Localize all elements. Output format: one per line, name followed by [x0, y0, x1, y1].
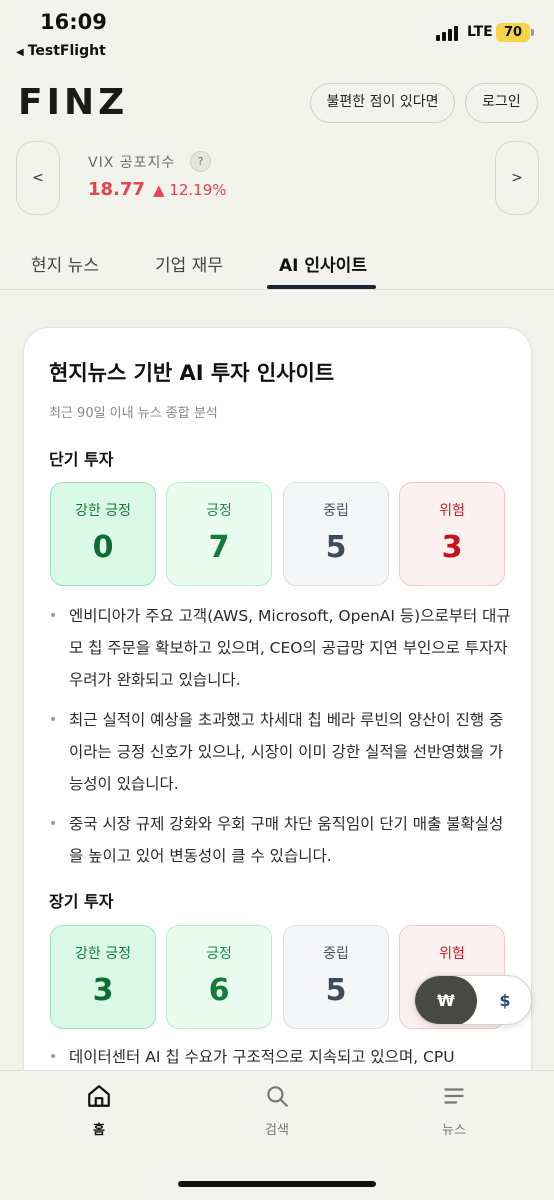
sentiment-label: 강한 긍정: [75, 503, 131, 519]
short-risk-box: 위험 3: [399, 482, 505, 586]
currency-won-option[interactable]: ₩: [415, 976, 477, 1024]
tab-local-news[interactable]: 현지 뉴스: [31, 251, 99, 276]
ticker-change: ▲ 12.19%: [153, 181, 227, 199]
list-item: 데이터센터 AI 칩 수요가 구조적으로 지속되고 있으며, CPU: [49, 1043, 514, 1070]
nav-search[interactable]: 검색: [237, 1083, 317, 1138]
long-term-title: 장기 투자: [49, 892, 114, 911]
status-time: 16:09: [40, 10, 107, 34]
card-subtitle: 최근 90일 이내 뉴스 종합 분석: [49, 406, 218, 421]
sentiment-count: 3: [92, 973, 114, 1008]
long-term-bullets: 데이터센터 AI 칩 수요가 구조적으로 지속되고 있으며, CPU: [49, 1043, 514, 1070]
active-tab-indicator: [267, 285, 376, 289]
long-neutral-box: 중립 5: [283, 925, 389, 1029]
long-strong-positive-box: 강한 긍정 3: [50, 925, 156, 1029]
search-icon: [267, 1086, 288, 1107]
sentiment-label: 위험: [439, 503, 465, 519]
network-type: LTE: [467, 24, 493, 40]
app-logo[interactable]: FINZ: [18, 82, 128, 123]
help-icon[interactable]: ?: [190, 151, 211, 172]
back-app-label: TestFlight: [27, 43, 106, 59]
sentiment-label: 위험: [439, 946, 465, 962]
home-icon: [88, 1085, 110, 1107]
short-positive-box: 긍정 7: [166, 482, 272, 586]
sentiment-count: 3: [441, 530, 463, 565]
sentiment-label: 중립: [323, 946, 349, 962]
sentiment-label: 긍정: [206, 503, 232, 519]
home-indicator: [178, 1181, 376, 1187]
feedback-button[interactable]: 불편한 점이 있다면: [310, 83, 455, 123]
ticker-label: VIX 공포지수: [88, 155, 176, 171]
ticker-value: 18.77: [88, 179, 145, 200]
battery-tip: [531, 29, 534, 36]
cellular-signal-icon: [436, 24, 462, 41]
login-button[interactable]: 로그인: [465, 83, 538, 123]
back-to-app-link[interactable]: ◀ TestFlight: [16, 43, 106, 59]
short-strong-positive-box: 강한 긍정 0: [50, 482, 156, 586]
ticker-prev-button[interactable]: <: [16, 141, 60, 215]
sentiment-label: 강한 긍정: [75, 946, 131, 962]
nav-home-label: 홈: [93, 1123, 105, 1138]
sentiment-count: 6: [208, 973, 230, 1008]
short-term-bullets: 엔비디아가 주요 고객(AWS, Microsoft, OpenAI 등)으로부…: [49, 600, 514, 880]
sentiment-count: 5: [325, 530, 347, 565]
nav-search-label: 검색: [265, 1123, 289, 1138]
currency-usd-option[interactable]: $: [477, 976, 531, 1024]
card-title: 현지뉴스 기반 AI 투자 인사이트: [49, 361, 335, 385]
currency-toggle[interactable]: ₩ $: [414, 975, 532, 1025]
battery-icon: 70: [496, 23, 530, 42]
long-positive-box: 긍정 6: [166, 925, 272, 1029]
news-icon: [444, 1088, 464, 1104]
list-item: 최근 실적이 예상을 초과했고 차세대 칩 베라 루빈의 양산이 진행 중이라는…: [49, 704, 514, 800]
sentiment-count: 5: [325, 973, 347, 1008]
short-neutral-box: 중립 5: [283, 482, 389, 586]
list-item: 엔비디아가 주요 고객(AWS, Microsoft, OpenAI 등)으로부…: [49, 600, 514, 696]
sentiment-label: 중립: [323, 503, 349, 519]
nav-news-label: 뉴스: [442, 1123, 466, 1138]
sentiment-count: 7: [208, 530, 230, 565]
tab-corporate-finance[interactable]: 기업 재무: [155, 251, 223, 276]
nav-home[interactable]: 홈: [59, 1083, 139, 1138]
back-triangle-icon: ◀: [16, 47, 24, 58]
list-item: 중국 시장 규제 강화와 우회 구매 차단 움직임이 단기 매출 불확실성을 높…: [49, 808, 514, 872]
sentiment-label: 긍정: [206, 946, 232, 962]
short-term-title: 단기 투자: [49, 450, 114, 469]
ticker-next-button[interactable]: >: [495, 141, 539, 215]
tab-divider: [0, 289, 554, 290]
nav-news[interactable]: 뉴스: [414, 1083, 494, 1138]
sentiment-count: 0: [92, 530, 114, 565]
tab-ai-insight[interactable]: AI 인사이트: [279, 251, 367, 276]
